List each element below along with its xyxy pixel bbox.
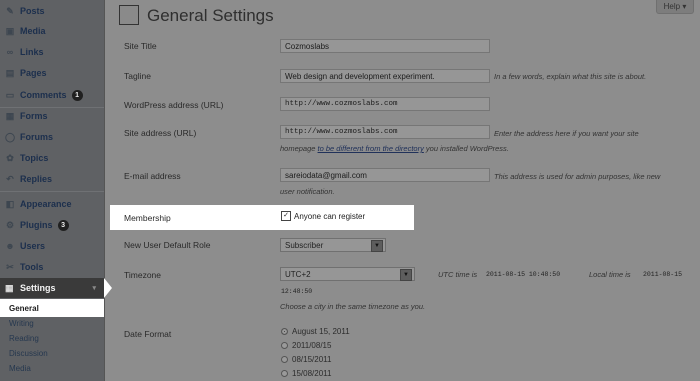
tools-icon: ✂	[6, 261, 14, 272]
timezone-description: Choose a city in the same timezone as yo…	[280, 302, 426, 311]
site-title-input[interactable]: Cozmoslabs	[280, 39, 490, 53]
date-format-option[interactable]: 2011/08/15	[281, 341, 331, 350]
sidebar-item-label: Tools	[20, 262, 44, 272]
dropdown-arrow-icon: ▼	[400, 269, 412, 281]
membership-checkbox-label: Anyone can register	[294, 211, 366, 221]
submenu-item-reading[interactable]: Reading	[9, 334, 39, 343]
sidebar-item-label: Forums	[20, 132, 54, 142]
link-icon: ∞	[6, 47, 14, 57]
comments-count-badge: 1	[71, 89, 83, 101]
email-description-2: user notification.	[280, 187, 335, 196]
page-icon: ▤	[5, 67, 15, 78]
timezone-label: Timezone	[124, 270, 162, 280]
wp-address-label: WordPress address (URL)	[124, 100, 224, 110]
sidebar-item-label: Pages	[20, 68, 47, 78]
submenu-item-discussion[interactable]: Discussion	[9, 349, 48, 358]
page-title: General Settings	[147, 6, 274, 25]
sidebar-item-label: Comments	[20, 90, 67, 100]
sidebar-item-label: Links	[20, 47, 44, 57]
sidebar-item-label: Appearance	[20, 199, 72, 209]
sidebar-item-label: Topics	[20, 153, 49, 163]
sidebar-item-label: Replies	[20, 174, 53, 184]
sidebar-item-label: Users	[20, 241, 46, 251]
chevron-down-icon: ▾	[92, 285, 96, 292]
main-content: Help ▾ General Settings Site Title Cozmo…	[105, 0, 700, 381]
sidebar-item-media[interactable]: ▣ Media	[0, 21, 104, 41]
reply-icon: ↶	[6, 173, 14, 184]
sidebar-item-comments[interactable]: ▭ Comments 1	[0, 85, 104, 105]
sidebar-item-label: Posts	[20, 6, 45, 16]
date-format-label: Date Format	[124, 329, 172, 339]
site-address-description-2: homepage to be different from the direct…	[280, 144, 509, 153]
plugins-count-badge: 3	[57, 219, 69, 231]
radio-unselected[interactable]	[281, 342, 288, 349]
sidebar-item-pages[interactable]: ▤ Pages	[0, 63, 104, 83]
admin-sidebar: ✎ Posts ▣ Media ∞ Links ▤ Pages ▭ Comments 1 ▦…	[0, 0, 105, 381]
submenu-item-general[interactable]: General	[0, 299, 104, 317]
sidebar-item-label: Settings	[20, 283, 56, 293]
help-tab[interactable]: Help ▾	[656, 0, 694, 14]
settings-page-icon	[119, 5, 139, 25]
email-input[interactable]: sareiodata@gmail.com	[280, 168, 490, 182]
email-description: This address is used for admin purposes,…	[494, 172, 661, 181]
forum-icon: ◯	[4, 131, 16, 142]
sidebar-item-replies[interactable]: ↶ Replies	[0, 169, 104, 189]
local-time-label: Local time is	[589, 270, 631, 279]
email-label: E-mail address	[124, 171, 181, 181]
wp-address-input[interactable]: http://www.cozmoslabs.com	[280, 97, 490, 111]
membership-label: Membership	[124, 213, 171, 223]
sidebar-separator	[0, 191, 104, 192]
sidebar-item-settings[interactable]: ▦ Settings ▾	[0, 278, 104, 298]
dropdown-arrow-icon: ▼	[371, 240, 383, 252]
membership-checkbox[interactable]: ✓	[281, 211, 291, 221]
timezone-select[interactable]: UTC+2 ▼	[280, 267, 415, 281]
tagline-description: In a few words, explain what this site i…	[494, 72, 647, 81]
date-format-option[interactable]: 08/15/2011	[281, 355, 331, 364]
media-icon: ▣	[5, 25, 15, 36]
sidebar-item-tools[interactable]: ✂ Tools	[0, 257, 104, 277]
utc-time-value: 2011-08-15 10:48:50	[486, 271, 561, 278]
site-address-description: Enter the address here if you want your …	[494, 129, 639, 138]
site-address-input[interactable]: http://www.cozmoslabs.com	[280, 125, 490, 139]
appearance-icon: ◧	[5, 198, 15, 209]
site-title-label: Site Title	[124, 41, 157, 51]
sidebar-item-posts[interactable]: ✎ Posts	[0, 1, 104, 21]
plugin-icon: ⚙	[5, 219, 15, 230]
tagline-input[interactable]: Web design and development experiment.	[280, 69, 490, 83]
sidebar-item-users[interactable]: ☻ Users	[0, 236, 104, 256]
sidebar-item-links[interactable]: ∞ Links	[0, 42, 104, 62]
local-time-clock: 12:48:50	[281, 288, 313, 295]
radio-selected[interactable]	[281, 328, 288, 335]
sidebar-item-appearance[interactable]: ◧ Appearance	[0, 194, 104, 214]
default-role-label: New User Default Role	[124, 240, 211, 250]
users-icon: ☻	[5, 241, 15, 251]
membership-checkbox-row[interactable]: ✓ Anyone can register	[281, 211, 365, 221]
submenu-item-media[interactable]: Media	[9, 364, 31, 373]
utc-time-label: UTC time is	[438, 270, 478, 279]
radio-unselected[interactable]	[281, 356, 288, 363]
topic-icon: ✿	[6, 152, 14, 163]
tagline-label: Tagline	[124, 71, 151, 81]
different-directory-link[interactable]: to be different from the directory	[318, 144, 424, 153]
sidebar-item-label: Media	[20, 26, 46, 36]
local-time-date: 2011-08-15	[643, 271, 683, 278]
submenu-item-writing[interactable]: Writing	[9, 319, 34, 328]
sidebar-item-label: Forms	[20, 111, 48, 121]
sidebar-item-forms[interactable]: ▦ Forms	[0, 106, 104, 126]
sidebar-item-label: Plugins	[20, 220, 53, 230]
sidebar-item-topics[interactable]: ✿ Topics	[0, 148, 104, 168]
comment-icon: ▭	[5, 89, 15, 100]
pin-icon: ✎	[6, 5, 14, 16]
sidebar-item-plugins[interactable]: ⚙ Plugins 3	[0, 215, 104, 235]
settings-icon: ▦	[5, 283, 14, 293]
form-icon: ▦	[5, 110, 15, 121]
radio-unselected[interactable]	[281, 370, 288, 377]
site-address-label: Site address (URL)	[124, 128, 197, 138]
date-format-option[interactable]: 15/08/2011	[281, 369, 331, 378]
date-format-option[interactable]: August 15, 2011	[281, 327, 350, 336]
default-role-select[interactable]: Subscriber ▼	[280, 238, 386, 252]
sidebar-item-forums[interactable]: ◯ Forums	[0, 127, 104, 147]
